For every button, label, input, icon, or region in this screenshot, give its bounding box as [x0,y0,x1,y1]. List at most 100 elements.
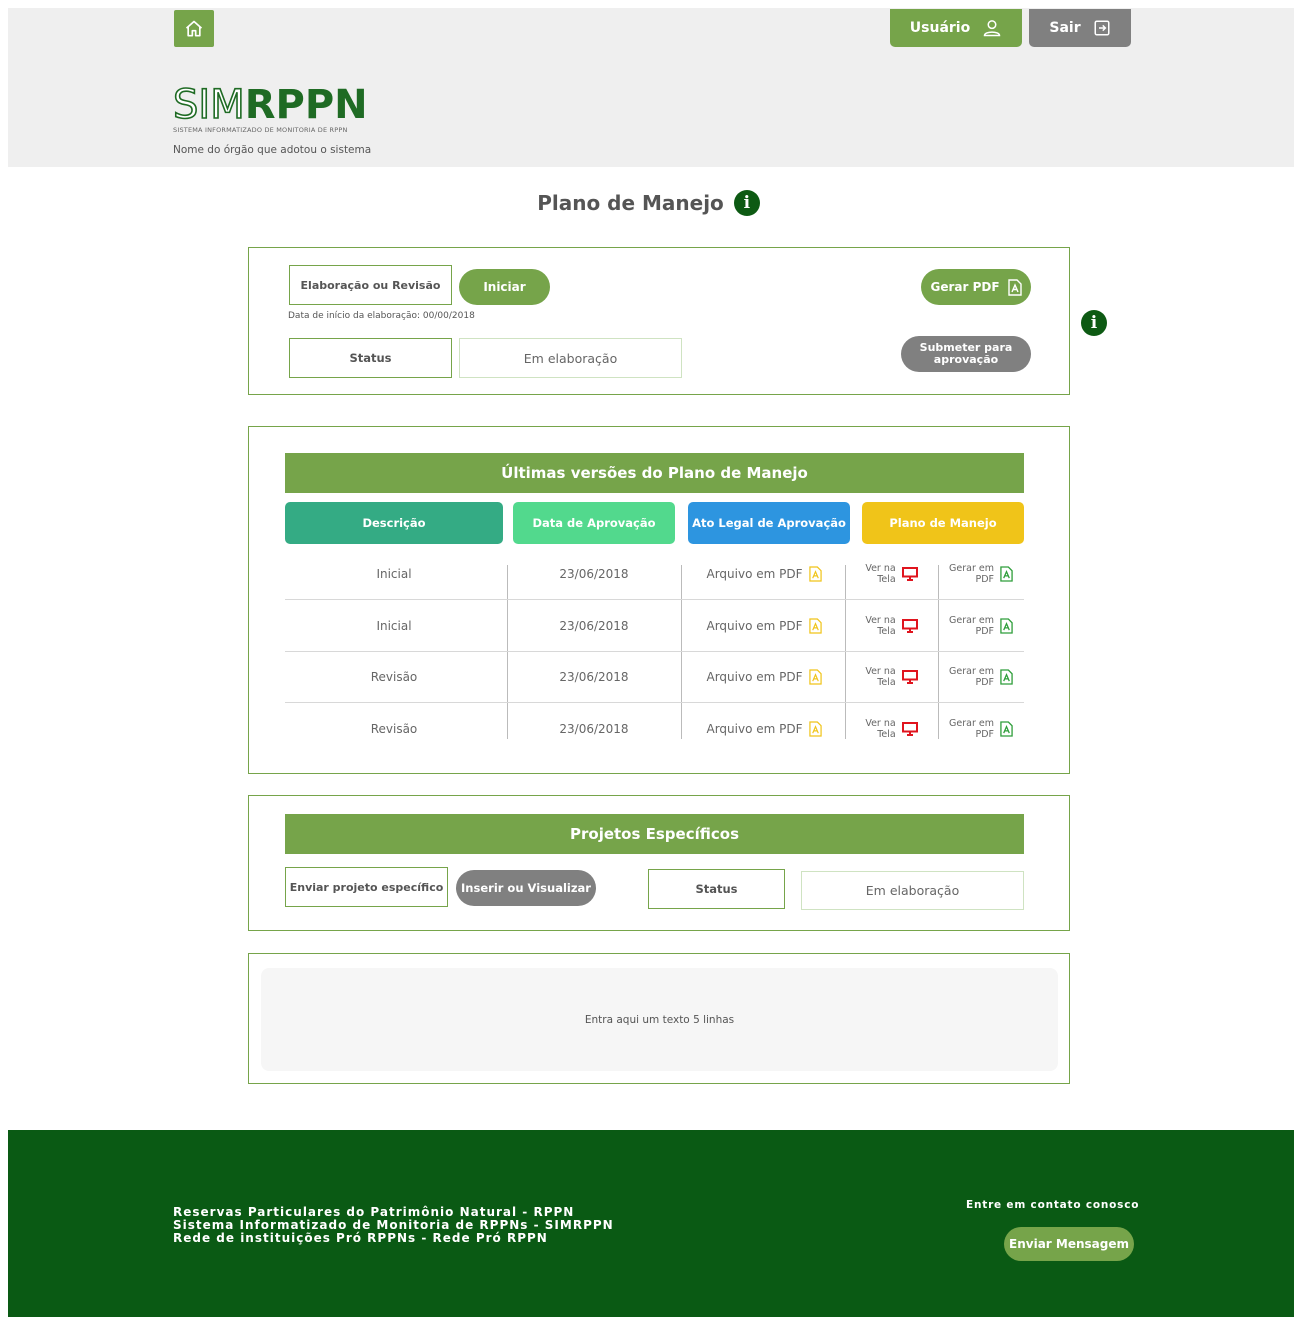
view-label-1: Ver na [865,614,896,626]
submit-approval-button[interactable]: Submeter para aprovação [901,336,1031,372]
status-label: Status [289,338,452,378]
view-on-screen-button[interactable]: Ver na Tela [845,549,938,599]
contact-heading: Entre em contato conosco [966,1199,1140,1211]
page-title: Plano de Manejo [537,191,724,215]
start-button[interactable]: Iniciar [459,269,550,305]
generate-pdf-button[interactable]: Gerar PDF [921,269,1031,305]
row-legal-act-file[interactable]: Arquivo em PDF [683,600,845,651]
submit-label-line2: aprovação [933,353,999,366]
pdf-icon [1000,617,1013,634]
table-row: Revisão 23/06/2018 Arquivo em PDF Ver na… [285,703,1024,754]
versions-panel: Últimas versões do Plano de Manejo Descr… [248,426,1070,774]
projects-title: Projetos Específicos [285,814,1024,854]
view-on-screen-button[interactable]: Ver na Tela [845,652,938,702]
exit-button-label: Sair [1049,20,1081,36]
row-legal-act-file[interactable]: Arquivo em PDF [683,549,845,599]
column-header-description: Descrição [285,502,503,544]
header: Usuário Sair SIMRPPN SISTEMA INFORMATIZA… [8,8,1294,167]
row-description: Inicial [376,618,412,633]
exit-icon [1094,20,1110,36]
monitor-icon [901,618,918,633]
column-header-approval-date: Data de Aprovação [513,502,675,544]
monitor-icon [901,670,918,684]
column-header-legal-act: Ato Legal de Aprovação [688,502,850,544]
gen-label-2: PDF [975,625,994,637]
exit-button[interactable]: Sair [1029,9,1131,47]
row-date: 23/06/2018 [559,670,629,684]
row-description: Inicial [376,567,412,581]
projects-panel: Projetos Específicos Enviar projeto espe… [248,795,1070,931]
logo: SIMRPPN SISTEMA INFORMATIZADO DE MONITOR… [172,84,367,134]
view-label-1: Ver na [865,717,896,729]
gen-label-2: PDF [975,677,994,688]
pdf-icon [1000,566,1013,582]
projects-status-label: Status [648,869,785,909]
view-label-1: Ver na [865,666,896,677]
table-row: Inicial 23/06/2018 Arquivo em PDF Ver na… [285,600,1024,652]
row-date: 23/06/2018 [559,721,629,736]
monitor-icon [901,721,918,736]
side-info-icon-wrap: i [1081,310,1107,336]
user-button-label: Usuário [909,20,971,36]
gen-label-1: Gerar em [949,563,994,574]
info-icon[interactable]: i [733,190,760,216]
send-project-field[interactable]: Enviar projeto específico [285,867,448,907]
generate-pdf-row-button[interactable]: Gerar em PDF [938,549,1024,599]
row-description: Revisão [370,721,418,736]
view-label-2: Tela [877,625,896,637]
gen-label-1: Gerar em [949,614,994,626]
home-button[interactable] [174,10,214,47]
pdf-icon [1000,720,1013,737]
table-row: Revisão 23/06/2018 Arquivo em PDF Ver na… [285,652,1024,703]
insert-view-button[interactable]: Inserir ou Visualizar [456,870,596,906]
logo-subtitle: SISTEMA INFORMATIZADO DE MONITORIA DE RP… [173,126,348,134]
footer-line-3: Rede de instituições Pró RPPNs - Rede Pr… [173,1231,548,1245]
user-button[interactable]: Usuário [890,9,1022,47]
projects-status-value: Em elaboração [801,871,1024,910]
generate-pdf-row-button[interactable]: Gerar em PDF [938,703,1024,754]
logo-sim-text: SIM [172,82,245,128]
send-message-button[interactable]: Enviar Mensagem [1004,1227,1134,1261]
plan-panel: Elaboração ou Revisão Iniciar Data de in… [248,247,1070,395]
start-date-note: Data de início da elaboração: 00/00/2018 [288,311,475,321]
gen-label-2: PDF [975,728,994,740]
pdf-file-icon [808,669,822,685]
footer-text: Reservas Particulares do Patrimônio Natu… [173,1206,614,1245]
row-legal-act-label: Arquivo em PDF [706,618,803,633]
column-header-management-plan: Plano de Manejo [862,502,1024,544]
logo-rppn-text: RPPN [244,82,368,128]
pdf-file-icon [808,617,822,634]
row-legal-act-label: Arquivo em PDF [706,567,803,581]
row-legal-act-file[interactable]: Arquivo em PDF [683,652,845,702]
row-legal-act-file[interactable]: Arquivo em PDF [683,703,845,754]
table-row: Inicial 23/06/2018 Arquivo em PDF Ver na… [285,549,1024,600]
monitor-icon [901,567,918,581]
gen-label-2: PDF [975,574,994,585]
gen-label-1: Gerar em [949,666,994,677]
view-on-screen-button[interactable]: Ver na Tela [845,600,938,651]
generate-pdf-row-button[interactable]: Gerar em PDF [938,652,1024,702]
row-legal-act-label: Arquivo em PDF [706,670,803,684]
home-icon [185,20,203,37]
status-value: Em elaboração [459,338,682,378]
footer: Reservas Particulares do Patrimônio Natu… [8,1130,1294,1317]
info-icon[interactable]: i [1081,310,1107,336]
pdf-file-icon [808,566,822,582]
text-panel: Entra aqui um texto 5 linhas [248,953,1070,1084]
view-label-2: Tela [877,574,896,585]
row-date: 23/06/2018 [559,567,629,581]
row-legal-act-label: Arquivo em PDF [706,721,803,736]
view-label-1: Ver na [865,563,896,574]
pdf-icon [1007,278,1022,296]
info-text: Entra aqui um texto 5 linhas [261,968,1058,1071]
generate-pdf-row-button[interactable]: Gerar em PDF [938,600,1024,651]
generate-pdf-label: Gerar PDF [930,280,1000,294]
row-description: Revisão [370,670,418,684]
gen-label-1: Gerar em [949,717,994,729]
type-field[interactable]: Elaboração ou Revisão [289,265,452,305]
versions-title: Últimas versões do Plano de Manejo [285,453,1024,493]
row-date: 23/06/2018 [559,618,629,633]
user-icon [983,20,1001,37]
view-on-screen-button[interactable]: Ver na Tela [845,703,938,754]
pdf-icon [1000,669,1013,685]
